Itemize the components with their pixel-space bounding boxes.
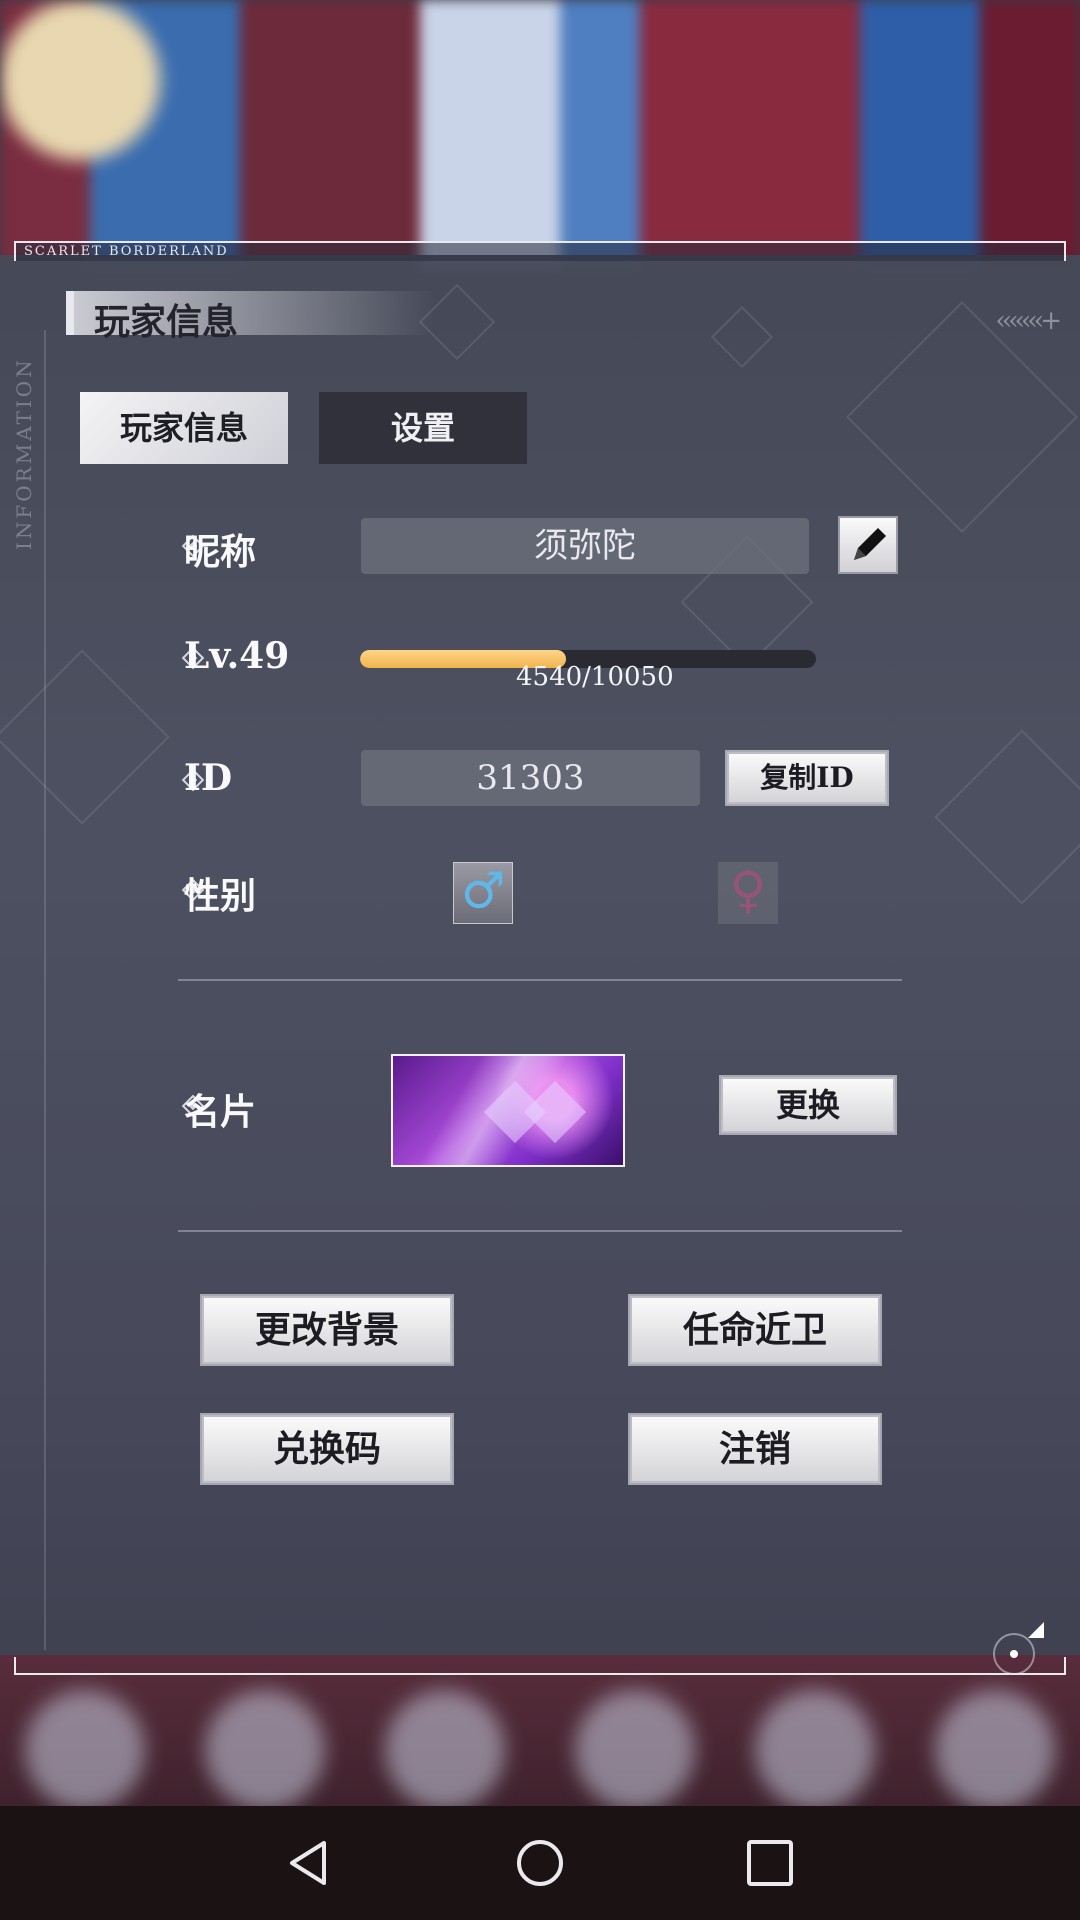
divider [178, 979, 902, 981]
side-label: INFORMATION [12, 357, 36, 550]
logout-button[interactable]: 注销 [630, 1415, 880, 1483]
chevrons-left-icon: ‹‹‹‹‹‹‹+ [995, 306, 1062, 336]
back-icon[interactable] [284, 1838, 334, 1888]
xp-text: 4540/10050 [516, 662, 674, 692]
system-nav-bar [0, 1806, 1080, 1920]
namecard-label: 名片 [184, 1091, 257, 1133]
bottom-menu-blur-icon [205, 1690, 325, 1810]
namecard-preview [391, 1054, 625, 1167]
panel-frame-top: SCARLET BORDERLAND [14, 241, 1066, 261]
id-label: ID [184, 757, 233, 799]
bottom-menu-blur-icon [25, 1690, 145, 1810]
namecard-chevron-icon [523, 1080, 587, 1144]
tab-player-info[interactable]: 玩家信息 [80, 392, 288, 464]
nickname-label: 昵称 [184, 531, 257, 573]
copy-id-button[interactable]: 复制ID [727, 752, 887, 804]
bottom-menu-blur-icon [755, 1690, 875, 1810]
page-title: 玩家信息 [94, 301, 239, 343]
change-namecard-button[interactable]: 更换 [721, 1077, 895, 1133]
appoint-guard-button[interactable]: 任命近卫 [630, 1296, 880, 1364]
gender-label: 性别 [184, 875, 257, 917]
bottom-menu-blur-icon [935, 1690, 1055, 1810]
level-label: Lv.49 [184, 635, 290, 677]
recents-icon[interactable] [745, 1838, 795, 1888]
background-scene-top [0, 0, 1080, 270]
female-icon[interactable]: ♀ [718, 862, 778, 924]
redeem-code-button[interactable]: 兑换码 [202, 1415, 452, 1483]
bottom-menu-blur-icon [385, 1690, 505, 1810]
home-icon[interactable] [515, 1838, 565, 1888]
panel-frame-bottom [14, 1657, 1066, 1675]
decor-diamond [710, 305, 774, 369]
decor-diamond [934, 729, 1080, 905]
male-icon[interactable]: ♂ [453, 862, 513, 924]
pencil-icon [854, 528, 886, 560]
change-background-button[interactable]: 更改背景 [202, 1296, 452, 1364]
corner-target-icon [993, 1622, 1044, 1675]
nickname-field: 须弥陀 [361, 518, 809, 574]
id-field: 31303 [361, 750, 700, 806]
tab-settings[interactable]: 设置 [319, 392, 527, 464]
brand-text: SCARLET BORDERLAND [24, 244, 229, 259]
player-info-panel [0, 255, 1080, 1655]
divider [178, 1230, 902, 1232]
panel-title-bar: 玩家信息 [66, 291, 434, 343]
edit-nickname-button[interactable] [838, 516, 898, 574]
bottom-menu-blur-icon [575, 1690, 695, 1810]
decor-diamond [0, 649, 170, 825]
